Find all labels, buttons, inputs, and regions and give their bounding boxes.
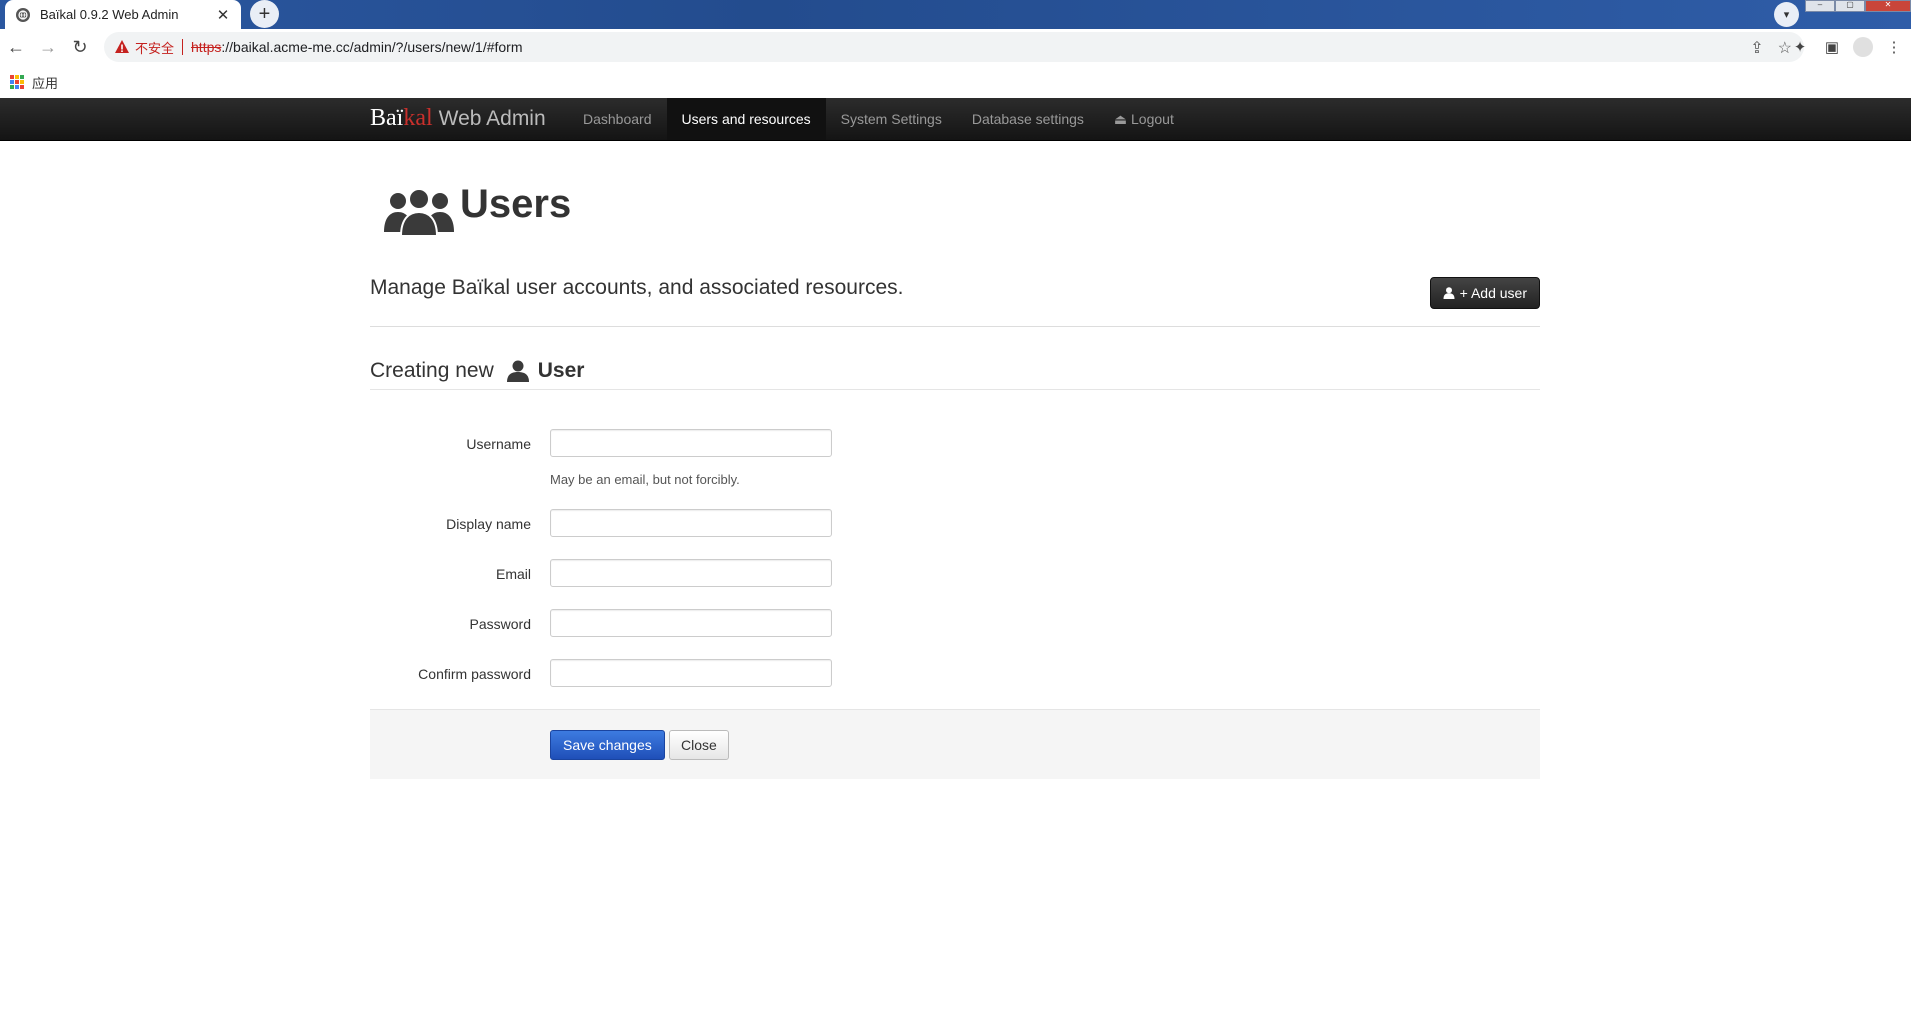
password-label: Password: [469, 616, 531, 632]
browser-tabstrip: Baïkal 0.9.2 Web Admin ✕ + ▾ – ▢ ✕: [0, 0, 1911, 29]
tab-title: Baïkal 0.9.2 Web Admin: [40, 7, 179, 22]
close-button[interactable]: Close: [669, 730, 729, 760]
confirm-password-label: Confirm password: [418, 666, 531, 682]
page-title: Users: [460, 182, 572, 226]
app-navbar: Baïkal Web Admin Dashboard Users and reso…: [0, 98, 1911, 141]
brand-logo[interactable]: Baïkal Web Admin: [370, 105, 546, 132]
form-heading-prefix: Creating new: [370, 359, 494, 382]
display-name-field[interactable]: [550, 509, 832, 537]
extensions-icon[interactable]: ✦: [1789, 32, 1811, 62]
password-field[interactable]: [550, 609, 832, 637]
reload-icon[interactable]: ↻: [64, 32, 96, 64]
form-heading-entity: User: [537, 359, 585, 382]
users-group-icon: [384, 188, 454, 236]
bookmarks-bar: 应用: [0, 66, 1911, 98]
page-lead: Manage Baïkal user accounts, and associa…: [370, 276, 904, 299]
add-user-button[interactable]: + Add user: [1429, 277, 1540, 309]
side-panel-icon[interactable]: ▣: [1821, 32, 1843, 62]
back-icon[interactable]: ←: [0, 32, 32, 64]
omnibox-divider: [182, 39, 184, 55]
window-close-icon[interactable]: ✕: [1865, 0, 1911, 12]
browser-tab[interactable]: Baïkal 0.9.2 Web Admin ✕: [5, 0, 241, 29]
warning-icon: [115, 40, 129, 53]
restore-icon[interactable]: ▢: [1835, 0, 1865, 12]
email-field[interactable]: [550, 559, 832, 587]
form-actions: Save changes Close: [370, 709, 1540, 779]
save-changes-button[interactable]: Save changes: [550, 730, 665, 760]
address-bar[interactable]: 不安全 https://baikal.acme-me.cc/admin/?/us…: [104, 32, 1804, 62]
nav-users-and-resources[interactable]: Users and resources: [666, 98, 826, 140]
tab-search-icon[interactable]: ▾: [1774, 2, 1799, 27]
lead-divider: [370, 326, 1540, 327]
share-icon[interactable]: ⇪: [1750, 38, 1763, 58]
minimize-icon[interactable]: –: [1805, 0, 1835, 12]
insecure-label: 不安全: [135, 40, 175, 56]
url-scheme: https: [191, 39, 222, 55]
add-user-label: + Add user: [1459, 285, 1527, 301]
url-text: https://baikal.acme-me.cc/admin/?/users/…: [191, 39, 522, 55]
profile-avatar-icon[interactable]: [1853, 37, 1873, 57]
username-field[interactable]: [550, 429, 832, 457]
forward-icon[interactable]: →: [32, 32, 64, 64]
apps-grid-icon[interactable]: [10, 75, 24, 89]
user-icon: [1443, 287, 1455, 299]
url-path: ://baikal.acme-me.cc/admin/?/users/new/1…: [221, 39, 523, 55]
menu-kebab-icon[interactable]: ⋮: [1883, 32, 1905, 62]
main-content: Users Manage Baïkal user accounts, and a…: [370, 140, 1540, 779]
new-tab-button[interactable]: +: [250, 0, 279, 28]
address-row: ← → ↻ 不安全 https://baikal.acme-me.cc/admi…: [0, 29, 1911, 66]
confirm-password-field[interactable]: [550, 659, 832, 687]
page-header: Users: [370, 140, 1540, 255]
username-label: Username: [466, 436, 531, 452]
nav-system-settings[interactable]: System Settings: [826, 98, 957, 140]
tab-close-icon[interactable]: ✕: [213, 6, 233, 24]
form-heading: Creating new User: [370, 353, 1540, 390]
nav-links: Dashboard Users and resources System Set…: [568, 98, 1189, 140]
nav-logout[interactable]: ⏏ Logout: [1099, 98, 1189, 140]
brand-part1: Baï: [370, 105, 404, 131]
nav-database-settings[interactable]: Database settings: [957, 98, 1099, 140]
window-controls: – ▢ ✕: [1805, 0, 1911, 12]
globe-icon: [16, 7, 30, 22]
user-icon: [506, 360, 529, 382]
brand-part3: Web Admin: [438, 107, 546, 130]
display-name-label: Display name: [446, 516, 531, 532]
email-label: Email: [495, 566, 531, 582]
bookmark-apps-label[interactable]: 应用: [32, 73, 58, 92]
nav-dashboard[interactable]: Dashboard: [568, 98, 667, 140]
username-help: May be an email, but not forcibly.: [550, 472, 740, 487]
brand-part2: kal: [403, 105, 433, 131]
